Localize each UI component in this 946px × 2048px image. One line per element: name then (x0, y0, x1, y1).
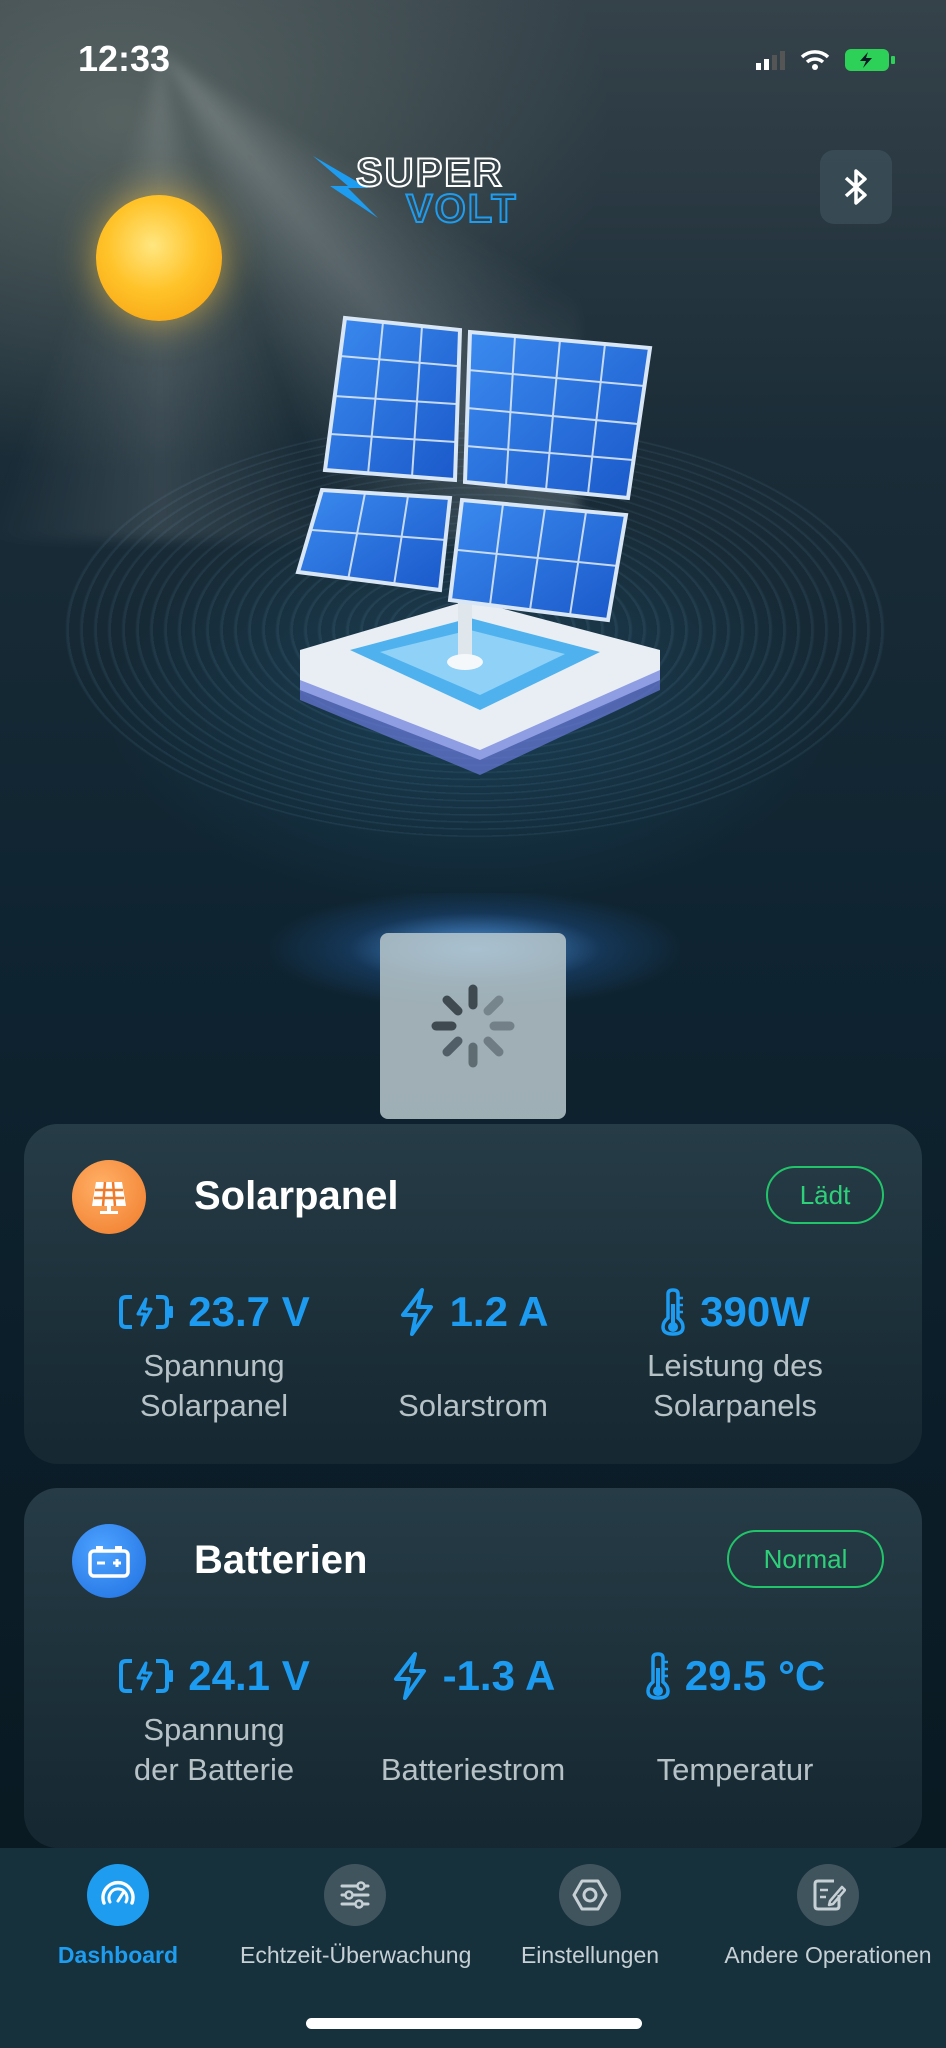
solar-card: Solarpanel Lädt 23.7 V Spannung Solarpan… (24, 1124, 922, 1464)
supervolt-logo: SUPER VOLT (313, 150, 518, 228)
logo-text-bottom: VOLT (406, 187, 518, 228)
battery-current-label: Batteriestrom (380, 1752, 566, 1787)
tab-dashboard-label: Dashboard (57, 1942, 179, 1968)
tab-dashboard[interactable]: Dashboard (40, 1864, 196, 1969)
solar-status-badge: Lädt (766, 1166, 884, 1224)
battery-card: Batterien Normal 24.1 V Spannung der Bat… (24, 1488, 922, 1848)
solar-panel-illustration (295, 315, 660, 775)
signal-icon (756, 51, 785, 70)
bluetooth-icon (844, 169, 867, 205)
tab-realtime-monitoring[interactable]: Echtzeit-Überwachung (240, 1864, 472, 1969)
solar-current-value: 1.2 A (449, 1288, 549, 1335)
app-screen: 12:33 SUPER VOLT Solarpanel Lädt 23.7 V … (0, 0, 946, 2048)
battery-icon (845, 49, 895, 71)
battery-voltage: 24.1 V Spannung der Batterie (64, 1646, 364, 1790)
solar-grid-icon (92, 1181, 126, 1214)
bolt-icon (393, 1652, 426, 1700)
status-time: 12:33 (78, 38, 171, 79)
thermometer-icon (661, 1288, 685, 1336)
solar-current-label: Solarstrom (398, 1388, 548, 1423)
tab-other-operations[interactable]: Andere Operationen (712, 1864, 944, 1969)
solar-title: Solarpanel (194, 1174, 399, 1218)
battery-voltage-label: Spannung der Batterie (133, 1712, 295, 1787)
battery-charge-icon (119, 1295, 174, 1329)
battery-plus-minus-icon (88, 1546, 130, 1578)
battery-title: Batterien (194, 1538, 368, 1582)
home-indicator[interactable] (306, 2018, 642, 2029)
sun-illustration (96, 195, 222, 321)
solar-current: 1.2 A Solarstrom (323, 1282, 623, 1426)
solar-voltage: 23.7 V Spannung Solarpanel (64, 1282, 364, 1426)
tab-settings[interactable]: Einstellungen (505, 1864, 675, 1969)
spinner-icon (431, 984, 515, 1068)
battery-status-badge: Normal (727, 1530, 884, 1588)
solar-power-value: 390W (700, 1288, 810, 1335)
edit-document-icon (797, 1864, 859, 1926)
status-icons (756, 48, 896, 72)
loading-overlay (380, 933, 566, 1119)
hex-nut-icon (559, 1864, 621, 1926)
battery-voltage-value: 24.1 V (188, 1652, 310, 1699)
solar-power: 390W Leistung des Solarpanels (585, 1282, 885, 1426)
battery-temperature: 29.5 °C Temperatur (585, 1646, 885, 1790)
battery-temperature-label: Temperatur (656, 1752, 814, 1787)
solar-voltage-label: Spannung Solarpanel (139, 1348, 289, 1423)
bolt-icon (400, 1288, 433, 1336)
battery-current-value: -1.3 A (442, 1652, 556, 1699)
solar-panel-icon (72, 1160, 146, 1234)
solar-voltage-value: 23.7 V (188, 1288, 310, 1335)
battery-current: -1.3 A Batteriestrom (323, 1646, 623, 1790)
battery-charge-icon (119, 1659, 174, 1693)
battery-card-icon (72, 1524, 146, 1598)
tab-settings-label: Einstellungen (520, 1942, 660, 1968)
gauge-icon (87, 1864, 149, 1926)
tab-realtime-label: Echtzeit-Überwachung (240, 1942, 472, 1968)
solar-power-label: Leistung des Solarpanels (647, 1348, 823, 1423)
bluetooth-button[interactable] (820, 150, 892, 224)
thermometer-icon (645, 1652, 670, 1700)
battery-temperature-value: 29.5 °C (684, 1652, 826, 1699)
sliders-icon (324, 1864, 386, 1926)
tab-other-label: Andere Operationen (724, 1942, 932, 1968)
wifi-icon (800, 50, 830, 70)
